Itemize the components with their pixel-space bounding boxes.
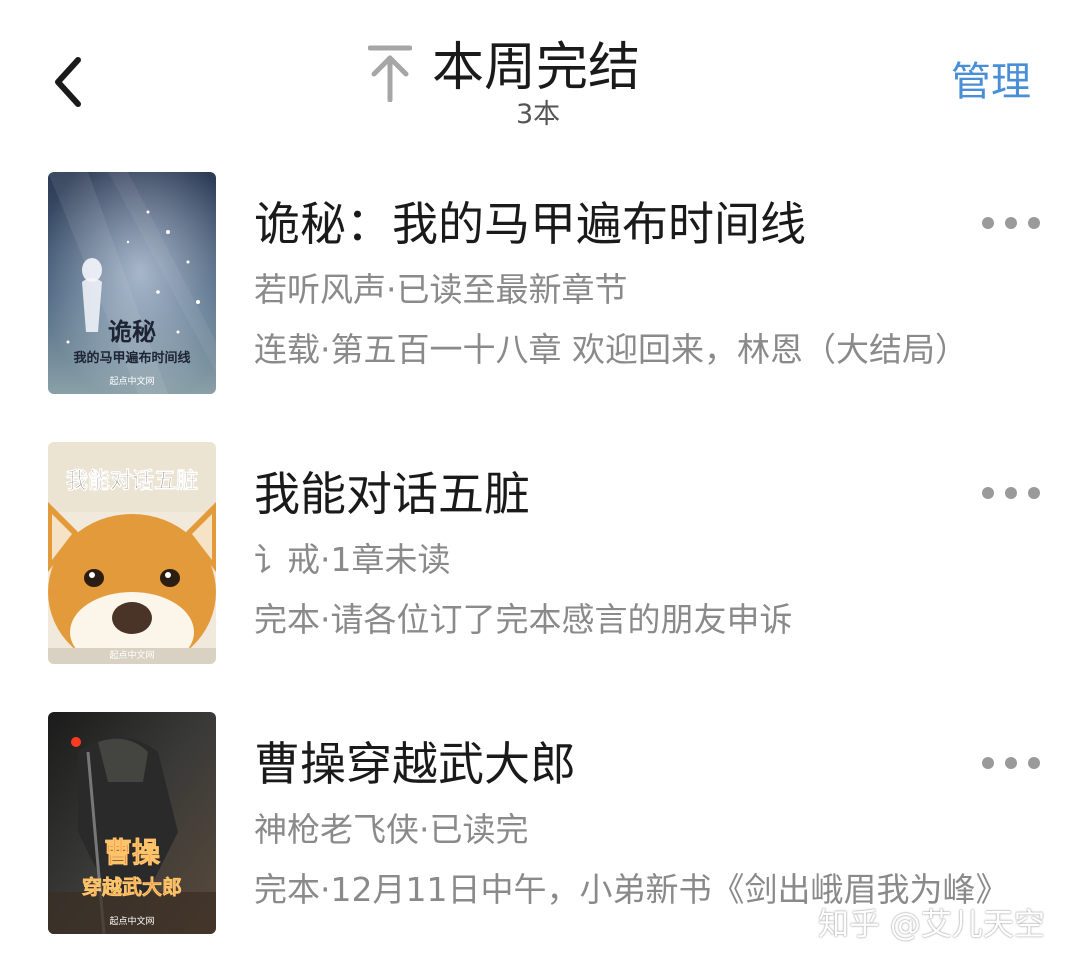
book-count: 3本 xyxy=(516,99,561,130)
back-button[interactable] xyxy=(40,52,100,112)
cover-publisher: 起点中文网 xyxy=(109,649,154,660)
book-item[interactable]: 曹操 穿越武大郎 起点中文网 曹操穿越武大郎 神枪老飞侠·已读完 完本·12月1… xyxy=(0,712,1079,934)
cover-title: 曹操 xyxy=(104,836,160,869)
book-meta: 神枪老飞侠·已读完 xyxy=(254,810,529,849)
more-button[interactable] xyxy=(980,208,1042,238)
more-button[interactable] xyxy=(980,478,1042,508)
cover-title: 诡秘 xyxy=(108,318,156,346)
book-meta: 若听风声·已读至最新章节 xyxy=(254,270,628,309)
cover-publisher: 起点中文网 xyxy=(109,375,154,386)
book-title: 曹操穿越武大郎 xyxy=(254,737,576,791)
manage-button[interactable]: 管理 xyxy=(951,54,1031,110)
title-group: 本周完结 3本 xyxy=(360,34,720,134)
top-bar: 本周完结 3本 管理 xyxy=(0,0,1079,150)
book-latest-update: 连载·第五百一十八章 欢迎回来，林恩（大结局） xyxy=(254,330,968,369)
book-cover[interactable]: 曹操 穿越武大郎 起点中文网 xyxy=(48,712,216,934)
more-dots-icon xyxy=(982,757,1040,769)
book-cover-art: 我能对话五脏 起点中文网 xyxy=(48,442,216,664)
book-cover[interactable]: 诡秘 我的马甲遍布时间线 起点中文网 xyxy=(48,172,216,394)
cover-subtitle: 穿越武大郎 xyxy=(82,875,182,899)
more-dots-icon xyxy=(982,487,1040,499)
watermark: 知乎 @艾儿天空 xyxy=(818,907,1045,943)
book-meta: 讠戒·1章未读 xyxy=(254,540,451,579)
book-item[interactable]: 诡秘 我的马甲遍布时间线 起点中文网 诡秘：我的马甲遍布时间线 若听风声·已读至… xyxy=(0,172,1079,394)
book-cover-art: 诡秘 我的马甲遍布时间线 起点中文网 xyxy=(48,172,216,394)
book-cover-art: 曹操 穿越武大郎 起点中文网 xyxy=(48,712,216,934)
cover-subtitle: 我的马甲遍布时间线 xyxy=(73,350,190,365)
page-title: 本周完结 xyxy=(432,38,641,98)
more-dots-icon xyxy=(982,217,1040,229)
book-title: 我能对话五脏 xyxy=(254,467,530,521)
cover-title: 我能对话五脏 xyxy=(66,468,198,494)
cover-publisher: 起点中文网 xyxy=(109,915,154,926)
book-cover[interactable]: 我能对话五脏 起点中文网 xyxy=(48,442,216,664)
pin-to-top-icon[interactable] xyxy=(368,42,412,102)
more-button[interactable] xyxy=(980,748,1042,778)
chevron-left-icon xyxy=(55,57,81,107)
book-latest-update: 完本·请各位订了完本感言的朋友申诉 xyxy=(254,600,793,639)
book-title: 诡秘：我的马甲遍布时间线 xyxy=(254,197,806,251)
book-item[interactable]: 我能对话五脏 起点中文网 我能对话五脏 讠戒·1章未读 完本·请各位订了完本感言… xyxy=(0,442,1079,664)
